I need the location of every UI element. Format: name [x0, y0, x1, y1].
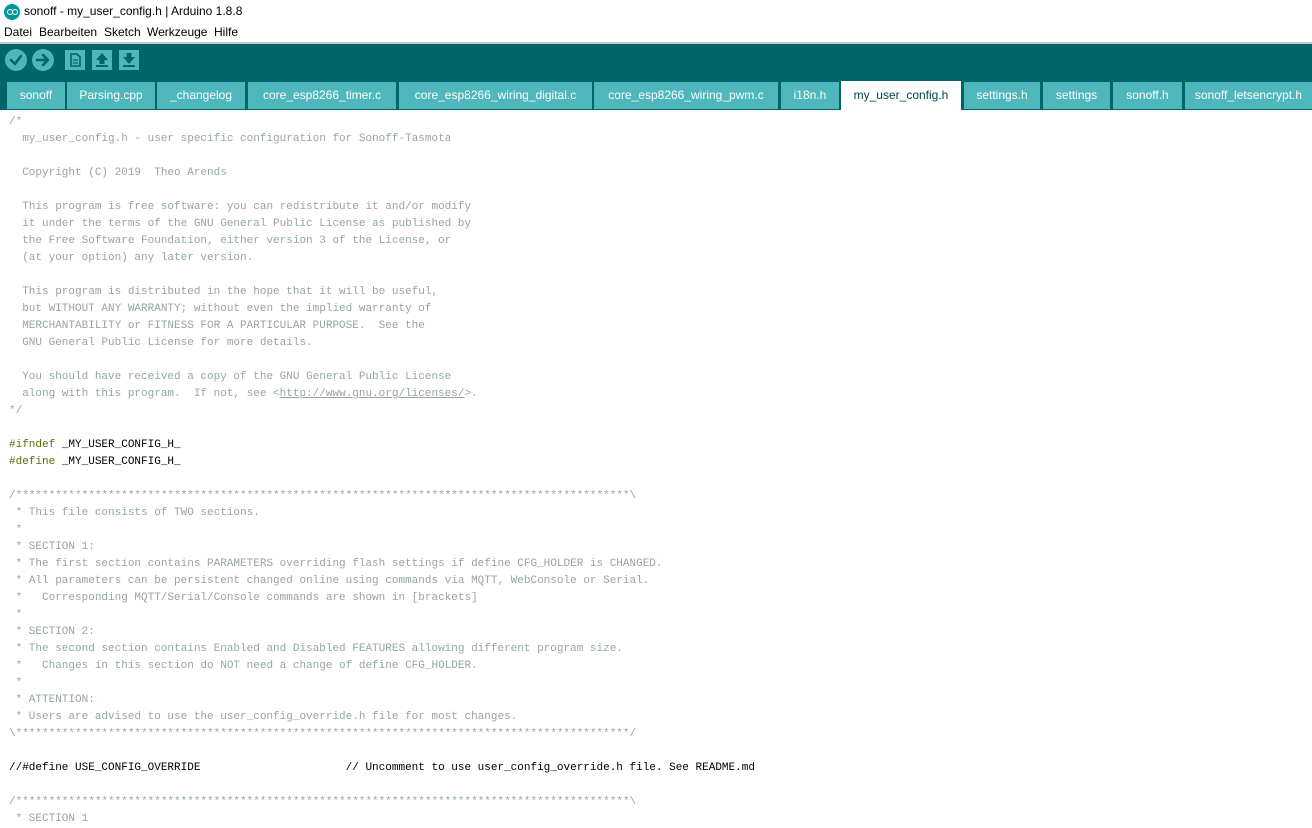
license-link[interactable]: http://www.gnu.org/licenses/ — [280, 388, 465, 400]
code-line: along with this program. If not, see <ht… — [9, 388, 478, 400]
code-line: //#define USE_CONFIG_OVERRIDE // Uncomme… — [9, 762, 755, 774]
arduino-logo-icon — [4, 4, 20, 20]
code-line: #define _MY_USER_CONFIG_H_ — [9, 456, 181, 468]
code-line: MERCHANTABILITY or FITNESS FOR A PARTICU… — [9, 320, 425, 332]
menu-hilfe[interactable]: Hilfe — [214, 25, 238, 39]
arrow-up-icon — [96, 53, 108, 67]
tab-i18n-h[interactable]: i18n.h — [781, 82, 839, 109]
new-file-icon — [70, 53, 81, 67]
tab-settings[interactable]: settings — [1043, 82, 1110, 109]
code-line: * Corresponding MQTT/Serial/Console comm… — [9, 592, 478, 604]
code-line: (at your option) any later version. — [9, 252, 254, 264]
code-line: GNU General Public License for more deta… — [9, 337, 313, 349]
arrow-right-icon — [35, 53, 50, 67]
code-line: Copyright (C) 2019 Theo Arends — [9, 167, 227, 179]
tab-core-esp8266-wiring-digital[interactable]: core_esp8266_wiring_digital.c — [399, 82, 592, 109]
menu-bar: Datei Bearbeiten Sketch Werkzeuge Hilfe — [0, 24, 1312, 42]
code-line: * Changes in this section do NOT need a … — [9, 660, 478, 672]
tab-sonoff-h[interactable]: sonoff.h — [1113, 82, 1182, 109]
code-line: * The second section contains Enabled an… — [9, 643, 623, 655]
code-line: */ — [9, 405, 23, 417]
menu-werkzeuge[interactable]: Werkzeuge — [147, 25, 207, 39]
code-line: * SECTION 1: — [9, 541, 95, 553]
code-line: This program is free software: you can r… — [9, 201, 472, 213]
tab-parsing-cpp[interactable]: Parsing.cpp — [67, 82, 155, 109]
code-line: * — [9, 677, 23, 689]
code-line: my_user_config.h - user specific configu… — [9, 133, 452, 145]
tab-my-user-config-h[interactable]: my_user_config.h — [841, 81, 961, 110]
code-line: /* — [9, 116, 23, 128]
upload-button[interactable] — [32, 49, 54, 71]
menu-datei[interactable]: Datei — [4, 25, 32, 39]
code-line: * ATTENTION: — [9, 694, 95, 706]
tab-changelog[interactable]: _changelog — [157, 82, 245, 109]
toolbar — [0, 44, 1312, 76]
code-line: You should have received a copy of the G… — [9, 371, 452, 383]
tab-core-esp8266-timer[interactable]: core_esp8266_timer.c — [248, 82, 396, 109]
verify-button[interactable] — [5, 49, 27, 71]
arrow-down-icon — [123, 53, 135, 67]
code-line: it under the terms of the GNU General Pu… — [9, 218, 472, 230]
code-line: * All parameters can be persistent chang… — [9, 575, 650, 587]
code-line: but WITHOUT ANY WARRANTY; without even t… — [9, 303, 432, 315]
code-line: * — [9, 609, 23, 621]
code-line: the Free Software Foundation, either ver… — [9, 235, 452, 247]
code-line: * — [9, 524, 23, 536]
check-icon — [9, 54, 23, 66]
code-line: /***************************************… — [9, 796, 637, 808]
code-editor[interactable]: /* my_user_config.h - user specific conf… — [0, 110, 1312, 826]
code-line: * SECTION 2: — [9, 626, 95, 638]
code-line: #ifndef _MY_USER_CONFIG_H_ — [9, 439, 181, 451]
open-button[interactable] — [92, 50, 112, 70]
code-line: * The first section contains PARAMETERS … — [9, 558, 663, 570]
tab-core-esp8266-wiring-pwm[interactable]: core_esp8266_wiring_pwm.c — [594, 82, 778, 109]
tab-sonoff[interactable]: sonoff — [7, 82, 65, 109]
title-bar: sonoff - my_user_config.h | Arduino 1.8.… — [0, 0, 1312, 24]
code-text[interactable]: /* my_user_config.h - user specific conf… — [9, 114, 755, 828]
code-line: * Users are advised to use the user_conf… — [9, 711, 518, 723]
code-line: \***************************************… — [9, 728, 637, 740]
code-line: * This file consists of TWO sections. — [9, 507, 260, 519]
new-button[interactable] — [65, 50, 85, 70]
code-line: * SECTION 1 — [9, 813, 89, 825]
save-button[interactable] — [119, 50, 139, 70]
menu-bearbeiten[interactable]: Bearbeiten — [39, 25, 97, 39]
window-title: sonoff - my_user_config.h | Arduino 1.8.… — [24, 4, 243, 18]
menu-sketch[interactable]: Sketch — [104, 25, 141, 39]
tab-settings-h[interactable]: settings.h — [964, 82, 1040, 109]
tab-bar: sonoff Parsing.cpp _changelog core_esp82… — [0, 76, 1312, 110]
tab-sonoff-letsencrypt-h[interactable]: sonoff_letsencrypt.h — [1185, 82, 1312, 109]
code-line: This program is distributed in the hope … — [9, 286, 439, 298]
code-line: /***************************************… — [9, 490, 637, 502]
